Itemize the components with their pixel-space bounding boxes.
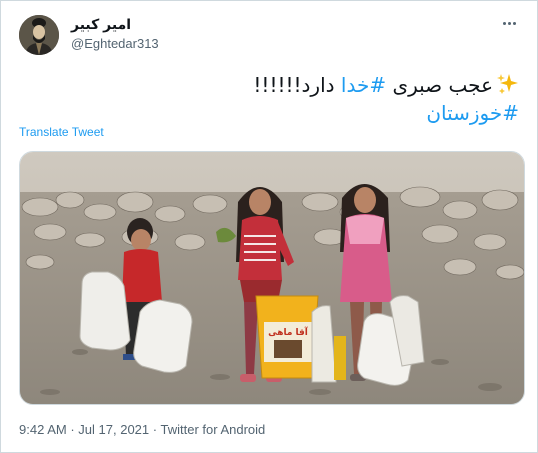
meta-separator: ·	[152, 422, 158, 437]
more-options-icon[interactable]	[499, 13, 519, 33]
children-carrying-water-image: آقا ماهی	[20, 152, 524, 404]
meta-separator: ·	[70, 422, 75, 437]
tweet-source[interactable]: Twitter for Android	[161, 422, 266, 437]
tweet-text-plain: عجب صبری	[386, 73, 493, 97]
tweet-line-1: عجب صبری #خدا دارد!!!!!!	[19, 71, 519, 99]
tweet-time[interactable]: 9:42 AM	[19, 422, 67, 437]
tweet-meta: 9:42 AM · Jul 17, 2021 · Twitter for And…	[19, 422, 265, 437]
tweet-photo[interactable]: آقا ماهی	[19, 151, 525, 405]
tweet-text-after: دارد!!!!!!	[253, 73, 341, 97]
avatar[interactable]	[19, 15, 59, 55]
hashtag-khuzestan[interactable]: #خوزستان	[426, 101, 519, 125]
tweet-text: عجب صبری #خدا دارد!!!!!! #خوزستان	[19, 71, 519, 127]
tweet-line-2: #خوزستان	[19, 99, 519, 127]
tweet-date[interactable]: Jul 17, 2021	[78, 422, 149, 437]
bucket-icon: آقا ماهی	[255, 295, 319, 379]
tweet-card: امیر کبیر @Eghtedar313 عجب صبری #خدا دار…	[0, 0, 538, 453]
svg-text:آقا ماهی: آقا ماهی	[268, 326, 309, 338]
hashtag-khoda[interactable]: #خدا	[341, 73, 386, 97]
sparkles-icon	[497, 73, 519, 95]
avatar-portrait-icon	[19, 15, 59, 55]
display-name[interactable]: امیر کبیر	[71, 16, 131, 33]
translate-tweet-link[interactable]: Translate Tweet	[19, 125, 104, 139]
user-handle[interactable]: @Eghtedar313	[71, 36, 159, 51]
